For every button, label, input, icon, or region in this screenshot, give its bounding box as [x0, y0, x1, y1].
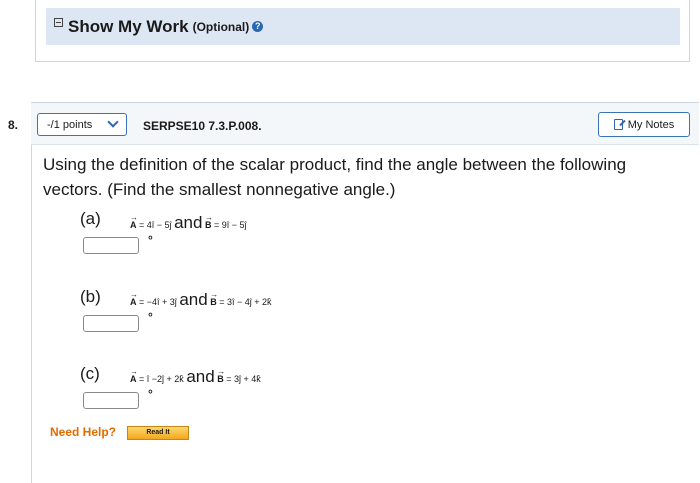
part-b-expression: → A = −4î + 3ĵ and → B = 3î − 4ĵ + 2k̂ — [130, 290, 272, 310]
show-my-work-optional: (Optional) — [192, 19, 250, 34]
part-c-vector-b: = 3ĵ + 4k̂ — [226, 374, 261, 384]
question-prompt: Using the definition of the scalar produ… — [43, 155, 627, 199]
need-help-label: Need Help? — [50, 425, 117, 439]
chevron-down-icon — [107, 116, 119, 128]
and-word: and — [186, 367, 215, 386]
points-label: -/1 points — [47, 118, 93, 131]
show-my-work-title: Show My Work — [68, 16, 189, 36]
help-icon[interactable]: ? — [252, 21, 264, 32]
vector-a-name: → A — [130, 213, 138, 230]
vector-b-name: → B — [204, 213, 213, 230]
read-it-button[interactable]: Read It — [127, 426, 189, 440]
part-a-degree-unit: ° — [148, 233, 153, 247]
my-notes-button[interactable]: My Notes — [598, 112, 690, 137]
part-a-label: (a) — [80, 209, 101, 228]
vector-b-name: → B — [210, 290, 219, 307]
part-c-expression: → A = î −2ĵ + 2k̂ and → B = 3ĵ + 4k̂ — [130, 367, 261, 387]
show-my-work-bar[interactable]: Show My Work (Optional) ? — [46, 8, 680, 45]
vector-b-name: → B — [217, 367, 226, 384]
show-my-work-panel: Show My Work (Optional) ? — [35, 0, 690, 62]
collapse-icon[interactable] — [54, 18, 63, 27]
part-c-degree-unit: ° — [148, 387, 153, 401]
my-notes-label: My Notes — [627, 118, 675, 131]
vector-a-name: → A — [130, 367, 138, 384]
part-c-vector-a: = î −2ĵ + 2k̂ — [139, 374, 184, 384]
part-a-expression: → A = 4î − 5ĵ and → B = 9î − 5ĵ — [130, 213, 247, 233]
part-a-answer-input[interactable] — [83, 237, 139, 254]
part-c-label: (c) — [80, 364, 100, 383]
part-b-label: (b) — [80, 287, 101, 306]
vector-a-name: → A — [130, 290, 138, 307]
problem-code: SERPSE10 7.3.P.008. — [143, 119, 262, 133]
part-a-vector-a: = 4î − 5ĵ — [139, 220, 172, 230]
part-c-answer-input[interactable] — [83, 392, 139, 409]
part-b-vector-b: = 3î − 4ĵ + 2k̂ — [219, 297, 272, 307]
part-a-vector-b: = 9î − 5ĵ — [213, 220, 247, 230]
part-b-answer-input[interactable] — [83, 315, 139, 332]
and-word: and — [179, 290, 208, 309]
notes-icon — [613, 119, 623, 130]
part-b-vector-a: = −4î + 3ĵ — [139, 297, 177, 307]
points-dropdown[interactable]: -/1 points — [37, 113, 127, 136]
question-number: 8. — [8, 118, 19, 132]
part-b-degree-unit: ° — [148, 310, 153, 324]
and-word: and — [174, 213, 203, 232]
